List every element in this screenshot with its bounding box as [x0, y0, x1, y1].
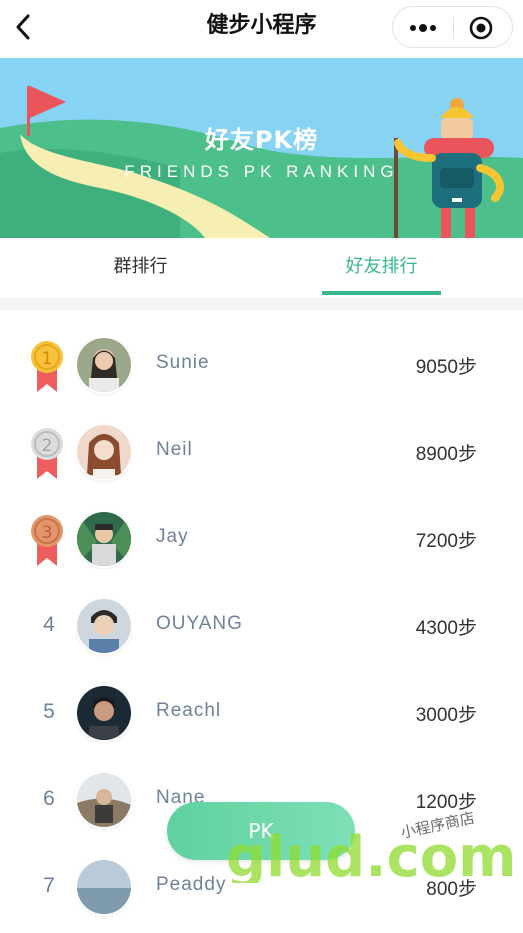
- svg-text:2: 2: [42, 436, 53, 456]
- bronze-medal-icon: 3: [31, 515, 63, 566]
- rank-number: 4: [43, 613, 55, 636]
- section-divider: [0, 298, 523, 310]
- gold-medal-icon: 1: [31, 341, 63, 392]
- friend-name: OUYANG: [156, 613, 243, 634]
- pk-button[interactable]: PK: [167, 802, 355, 860]
- tab-friend-ranking[interactable]: 好友排行: [251, 238, 512, 298]
- banner-subtitle: FRIENDS PK RANKING: [124, 162, 399, 181]
- mini-program-capsule: [392, 6, 513, 48]
- friend-name: Reachl: [156, 700, 222, 721]
- avatar: [77, 860, 131, 914]
- ranking-banner: 好友PK榜 FRIENDS PK RANKING: [0, 58, 523, 238]
- step-count: 7200步: [415, 531, 477, 552]
- friend-name: Jay: [156, 526, 189, 547]
- list-item[interactable]: 5 Reachl 3000步: [0, 672, 523, 759]
- list-item[interactable]: 4 OUYANG 4300步: [0, 585, 523, 672]
- tab-group-ranking[interactable]: 群排行: [10, 238, 271, 298]
- avatar: [77, 686, 131, 740]
- rank-number: 5: [43, 700, 55, 723]
- step-count: 9050步: [415, 357, 477, 378]
- step-count: 1200步: [415, 792, 477, 813]
- capsule-divider: [453, 17, 454, 39]
- more-dots-icon[interactable]: [407, 17, 439, 39]
- friend-name: Sunie: [156, 352, 210, 373]
- list-item[interactable]: 1 Sunie 9050步: [0, 324, 523, 411]
- avatar: [77, 425, 131, 479]
- active-tab-indicator: [322, 291, 441, 295]
- avatar: [77, 512, 131, 566]
- step-count: 800步: [426, 879, 477, 900]
- svg-text:3: 3: [42, 523, 53, 543]
- friend-name: Neil: [156, 439, 193, 460]
- banner-title: 好友PK榜: [204, 126, 319, 154]
- list-item[interactable]: 2 Neil 8900步: [0, 411, 523, 498]
- avatar: [77, 773, 131, 827]
- silver-medal-icon: 2: [31, 428, 63, 479]
- avatar: [77, 338, 131, 392]
- ranking-tabs: 群排行 好友排行: [0, 238, 523, 298]
- target-close-icon[interactable]: [468, 15, 494, 41]
- avatar: [77, 599, 131, 653]
- friend-name: Peaddy: [156, 874, 227, 895]
- step-count: 3000步: [415, 705, 477, 726]
- step-count: 8900步: [415, 444, 477, 465]
- svg-text:1: 1: [42, 349, 53, 369]
- navigation-bar: 健步小程序: [0, 0, 523, 58]
- rank-number: 6: [43, 787, 55, 810]
- step-count: 4300步: [415, 618, 477, 639]
- rank-number: 7: [43, 874, 55, 897]
- list-item[interactable]: 3 Jay 7200步: [0, 498, 523, 585]
